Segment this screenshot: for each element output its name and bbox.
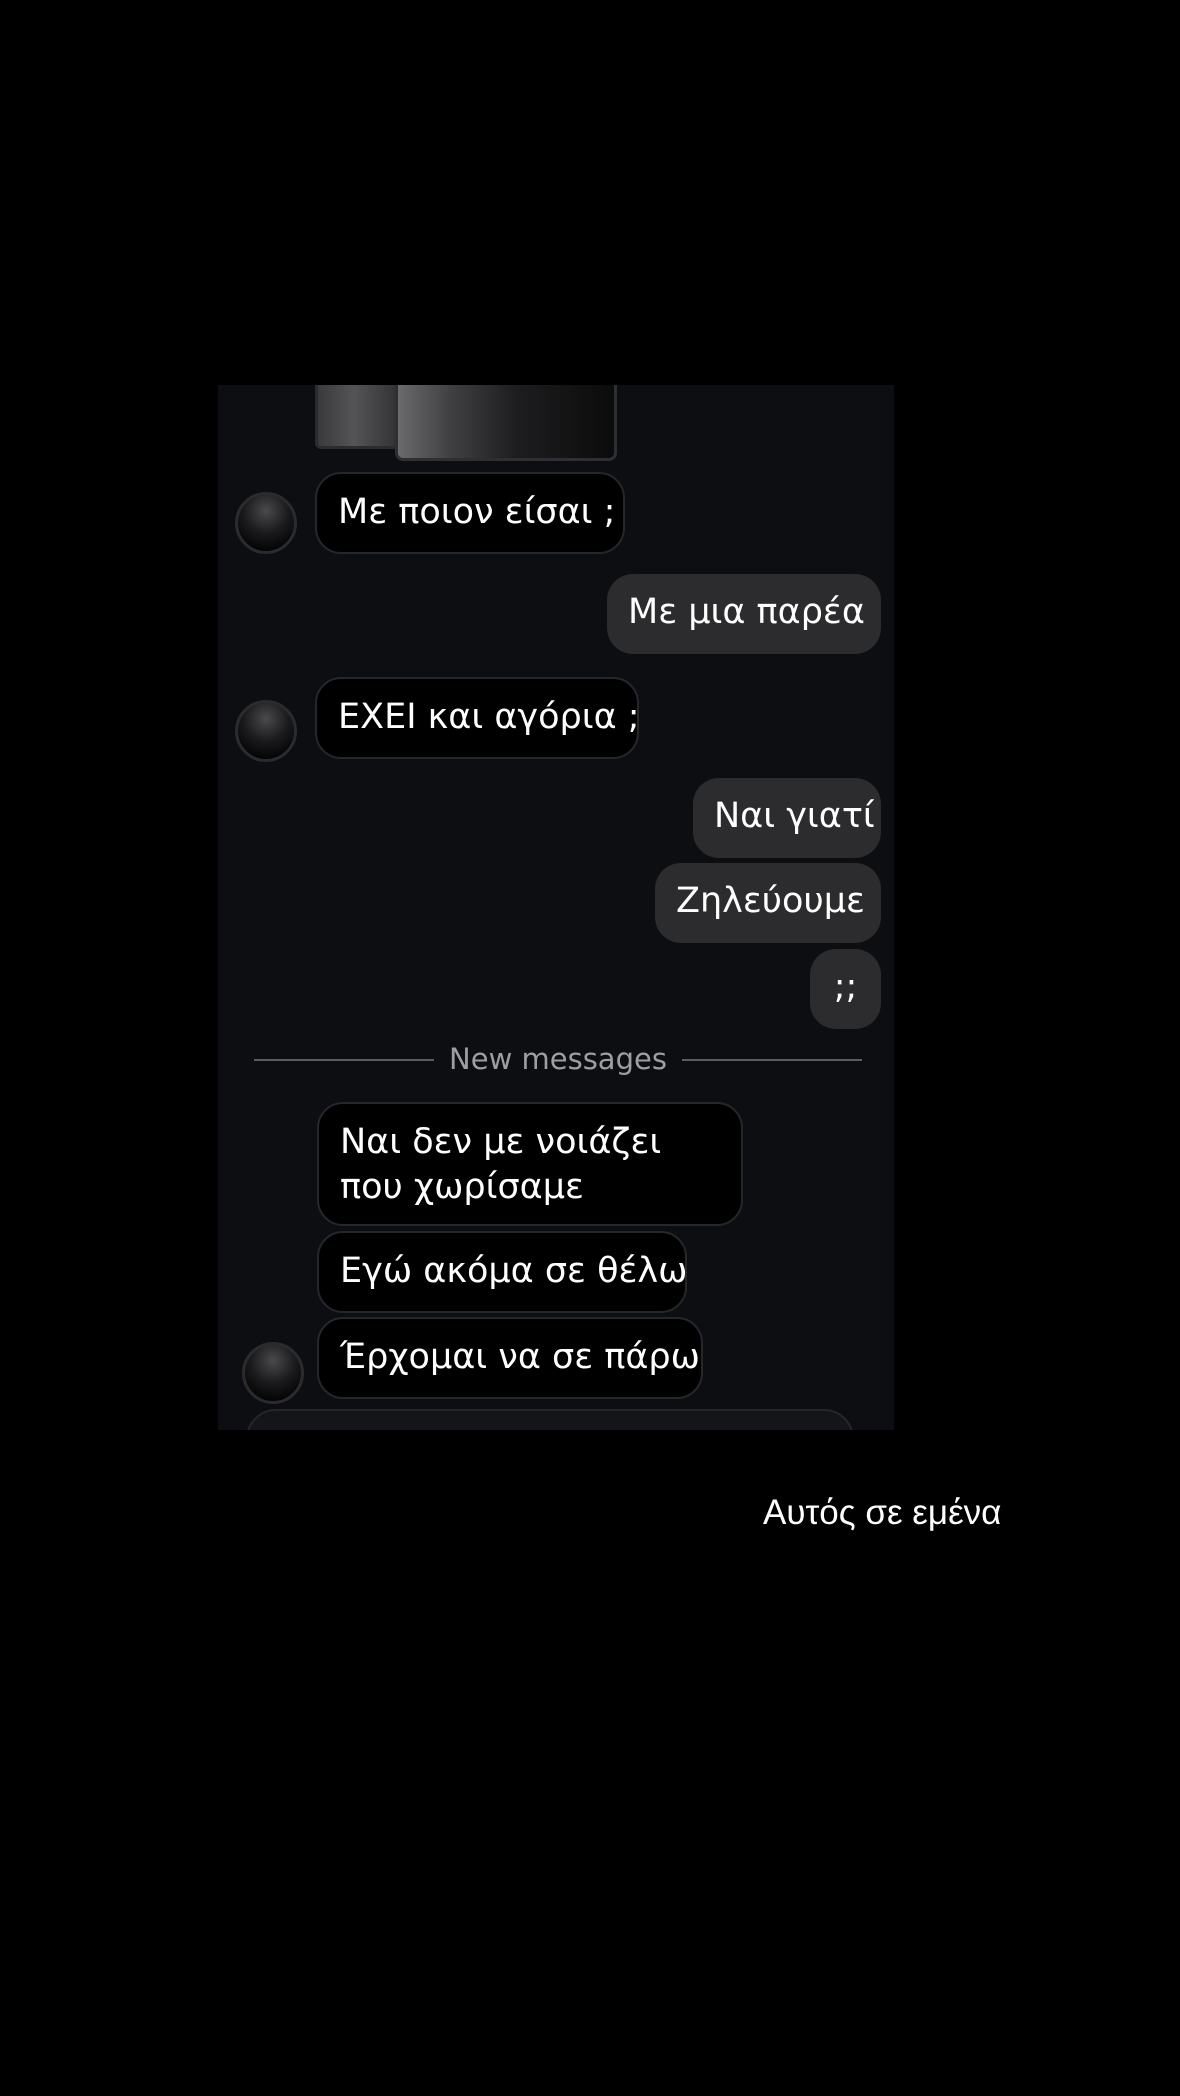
message-outgoing: Με μια παρέα <box>607 574 881 654</box>
shared-media-thumbnails[interactable] <box>315 385 617 461</box>
message-incoming: Με ποιον είσαι ; <box>315 472 625 554</box>
message-incoming: Έρχομαι να σε πάρω <box>317 1317 703 1399</box>
media-thumbnail-front[interactable] <box>395 385 617 461</box>
message-outgoing: Ζηλεύουμε <box>655 863 881 943</box>
message-incoming: Ναι δεν με νοιάζει που χωρίσαμε <box>317 1102 743 1226</box>
message-incoming: ΕΧΕΙ και αγόρια ; <box>315 677 640 759</box>
caption-text: Αυτός σε εμένα <box>763 1493 1002 1532</box>
message-outgoing: ;; <box>810 949 881 1029</box>
chat-screenshot: Με ποιον είσαι ; Με μια παρέα ΕΧΕΙ και α… <box>218 385 894 1430</box>
message-outgoing: Ναι γιατί <box>693 778 881 858</box>
divider-line-right <box>682 1059 862 1061</box>
contact-avatar[interactable] <box>242 1342 304 1404</box>
contact-avatar[interactable] <box>235 700 297 762</box>
message-incoming: Εγώ ακόμα σε θέλω <box>317 1231 687 1313</box>
partial-message-bubble <box>246 1409 854 1430</box>
new-messages-divider: New messages <box>254 1037 862 1081</box>
contact-avatar[interactable] <box>235 492 297 554</box>
